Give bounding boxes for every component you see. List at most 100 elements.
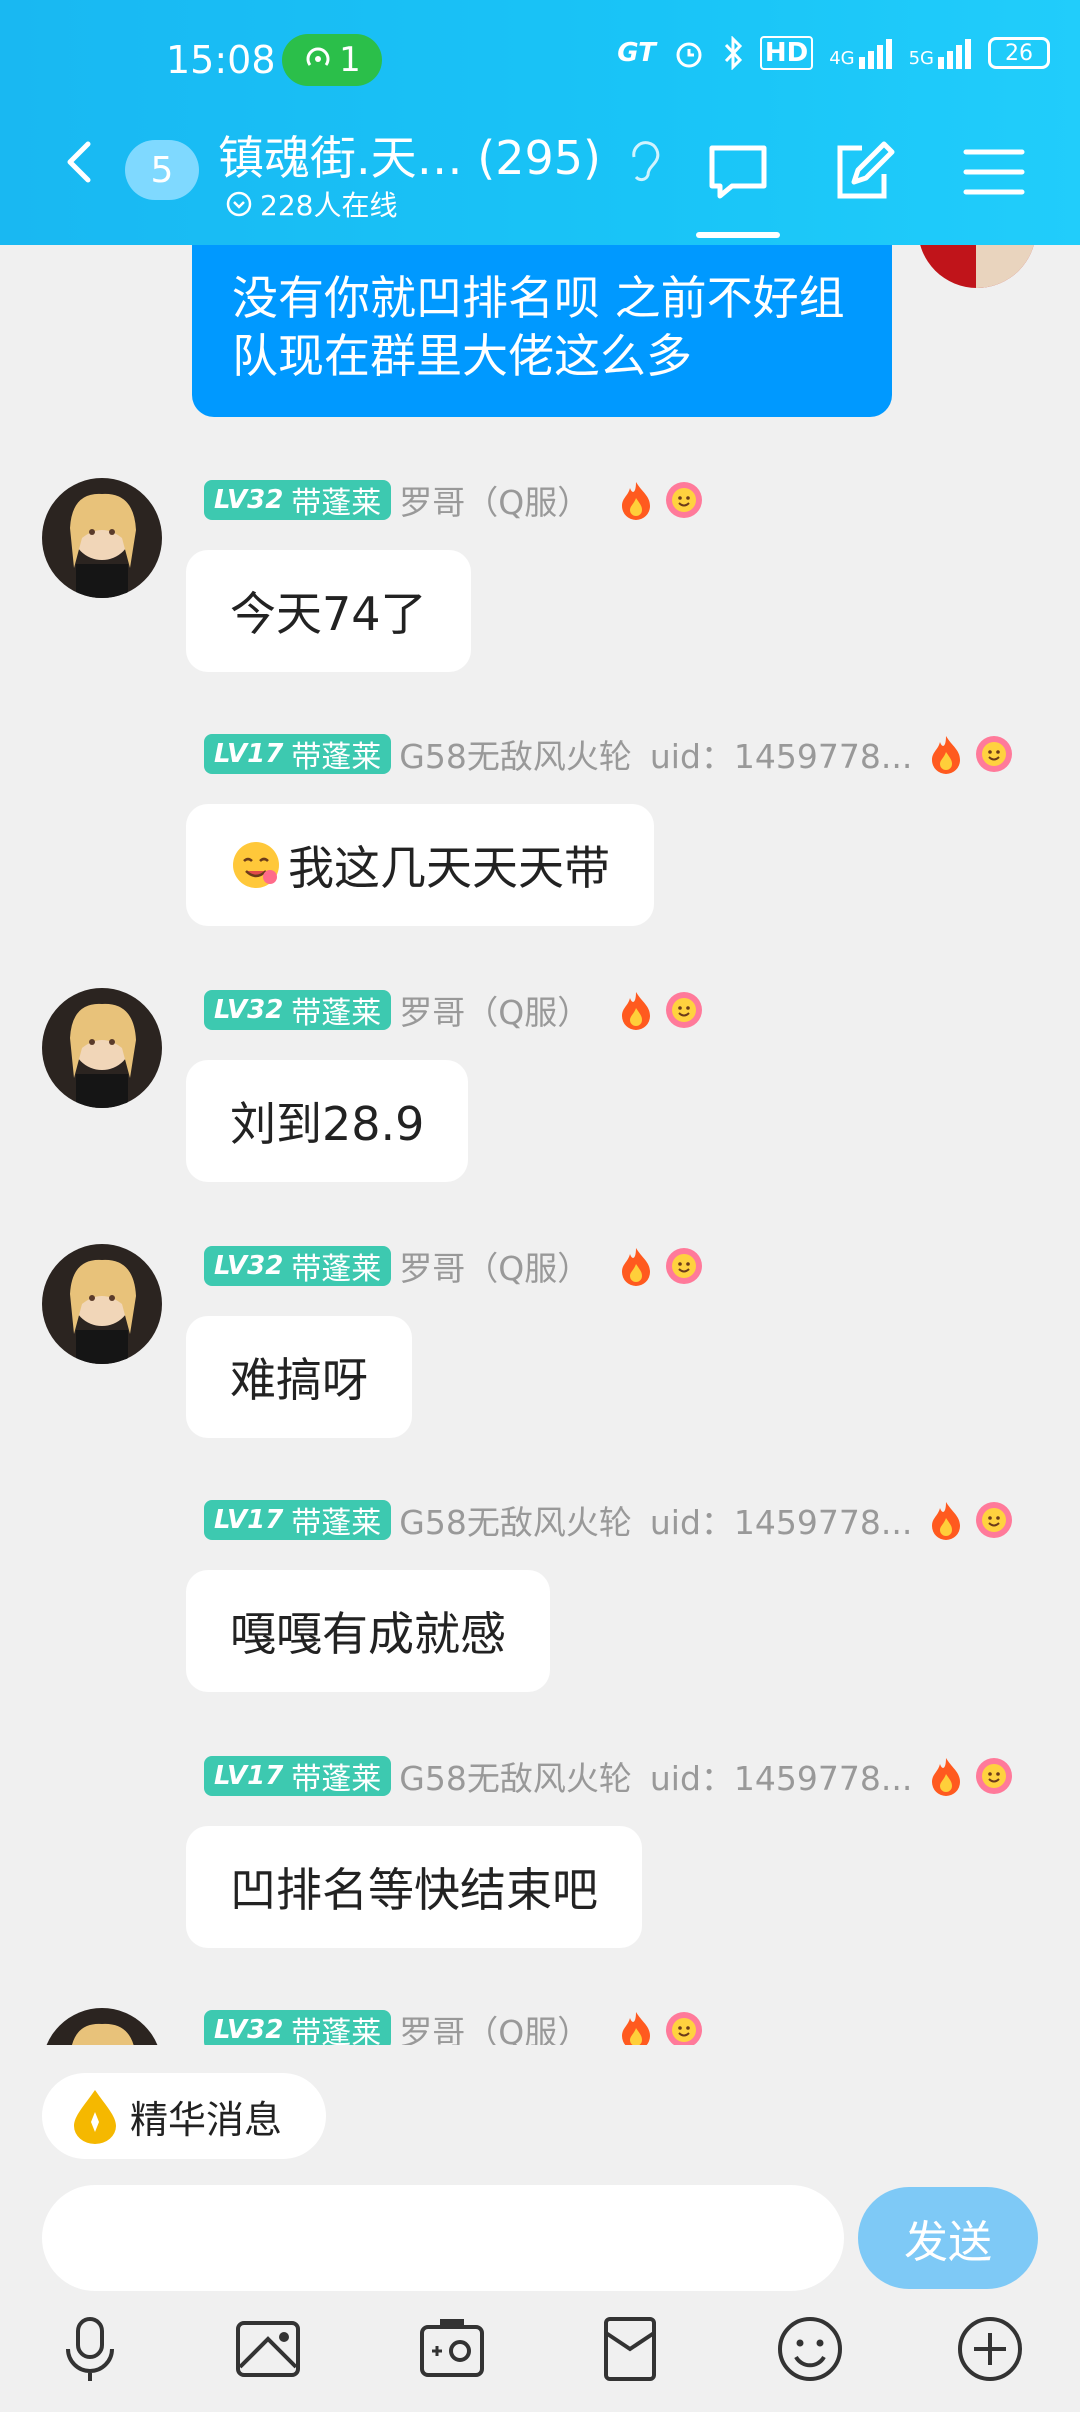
sender-uid: uid：1459778... bbox=[649, 1759, 913, 1798]
smile-emoji-icon bbox=[230, 839, 282, 891]
active-tab-indicator bbox=[696, 232, 780, 238]
camera-icon[interactable] bbox=[412, 2309, 492, 2389]
flower-face-icon bbox=[974, 734, 1014, 774]
emoji-icon[interactable] bbox=[770, 2309, 850, 2389]
mic-icon[interactable] bbox=[50, 2309, 130, 2389]
avatar[interactable] bbox=[42, 1244, 162, 1364]
hotspot-indicator: 1 bbox=[282, 34, 382, 86]
message-bubble[interactable]: 刘到28.9 bbox=[186, 1060, 469, 1182]
level-badge: LV17 带蓬莱 bbox=[204, 734, 392, 775]
sender-meta: LV17 带蓬莱 G58无敌风火轮 uid：1459778... bbox=[204, 732, 1014, 776]
sender-meta: LV32 带蓬莱 罗哥（Q服） bbox=[204, 478, 704, 522]
level-label: LV17 bbox=[214, 739, 284, 769]
level-label: LV17 bbox=[214, 1505, 284, 1535]
essence-messages-button[interactable]: 精华消息 bbox=[42, 2073, 326, 2159]
hd-label: HD bbox=[759, 36, 814, 70]
message-bubble[interactable]: 嘎嘎有成就感 bbox=[186, 1570, 550, 1692]
level-badge: LV32 带蓬莱 bbox=[204, 1246, 392, 1287]
badge-title: 带蓬莱 bbox=[291, 1762, 382, 1797]
hotspot-icon bbox=[306, 47, 330, 66]
hotspot-count: 1 bbox=[339, 40, 361, 80]
level-label: LV32 bbox=[214, 485, 284, 515]
message-text: 刘到28.9 bbox=[230, 1097, 425, 1151]
gt-label: GT bbox=[617, 38, 656, 68]
badge-title: 带蓬莱 bbox=[291, 486, 382, 521]
level-label: LV17 bbox=[214, 1761, 284, 1791]
battery-level: 26 bbox=[1005, 40, 1033, 66]
edit-icon[interactable] bbox=[832, 140, 896, 204]
level-badge: LV17 带蓬莱 bbox=[204, 1756, 392, 1797]
message-text: 今天74了 bbox=[230, 587, 427, 641]
ear-icon bbox=[631, 140, 659, 181]
message-text: 难搞呀 bbox=[230, 1353, 368, 1407]
message-bubble[interactable]: 我这几天天天带 bbox=[186, 804, 654, 926]
fire-icon bbox=[616, 480, 656, 520]
sender-nickname[interactable]: 罗哥（Q服） bbox=[399, 476, 590, 524]
sender-uid: uid：1459778... bbox=[649, 737, 913, 776]
flower-face-icon bbox=[664, 990, 704, 1030]
sender-nickname[interactable]: G58无敌风火轮 bbox=[399, 1496, 632, 1544]
sender-nickname[interactable]: G58无敌风火轮 bbox=[399, 1752, 632, 1800]
chat-icon[interactable] bbox=[706, 140, 770, 204]
diamond-icon bbox=[74, 2090, 116, 2144]
essence-label: 精华消息 bbox=[130, 2097, 283, 2142]
status-icons: GT HD 4G 5G 26 bbox=[617, 36, 1050, 70]
send-button[interactable]: 发送 bbox=[858, 2187, 1038, 2289]
avatar[interactable] bbox=[42, 988, 162, 1108]
unread-badge[interactable]: 5 bbox=[125, 140, 199, 200]
sender-meta: LV32 带蓬莱 罗哥（Q服） bbox=[204, 1244, 704, 1288]
menu-icon[interactable] bbox=[962, 140, 1026, 204]
message-bubble[interactable]: 今天74了 bbox=[186, 550, 471, 672]
message-text: 嘎嘎有成就感 bbox=[230, 1607, 506, 1661]
message-text: 凹排名等快结束吧 bbox=[230, 1863, 598, 1917]
sender-nickname[interactable]: 罗哥（Q服） bbox=[399, 986, 590, 1034]
back-icon[interactable] bbox=[58, 140, 102, 184]
badge-title: 带蓬莱 bbox=[291, 996, 382, 1031]
fire-icon bbox=[616, 990, 656, 1030]
fire-icon bbox=[616, 1246, 656, 1286]
level-label: LV32 bbox=[214, 2015, 284, 2045]
online-check-icon bbox=[226, 191, 252, 217]
avatar[interactable] bbox=[42, 2008, 162, 2045]
badge-title: 带蓬莱 bbox=[291, 740, 382, 775]
flower-face-icon bbox=[974, 1756, 1014, 1796]
signal-icon bbox=[858, 39, 892, 69]
fire-icon bbox=[926, 1756, 966, 1796]
my-message-bubble[interactable]: 没有你就凹排名呗 之前不好组队现在群里大佬这么多 bbox=[192, 245, 892, 417]
fire-icon bbox=[616, 2010, 656, 2045]
sender-meta: LV32 带蓬莱 罗哥（Q服） bbox=[204, 988, 704, 1032]
level-badge: LV17 带蓬莱 bbox=[204, 1500, 392, 1541]
level-badge: LV32 带蓬莱 bbox=[204, 2010, 392, 2045]
net-4g-label: 4G bbox=[829, 48, 855, 69]
flower-face-icon bbox=[664, 1246, 704, 1286]
message-input[interactable] bbox=[42, 2185, 844, 2291]
my-avatar[interactable] bbox=[918, 245, 1036, 288]
sender-meta: LV17 带蓬莱 G58无敌风火轮 uid：1459778... bbox=[204, 1498, 1014, 1542]
wifi-icon bbox=[938, 39, 971, 69]
badge-title: 带蓬莱 bbox=[291, 1506, 382, 1541]
message-text: 我这几天天天带 bbox=[288, 841, 610, 895]
sender-nickname[interactable]: 罗哥（Q服） bbox=[399, 1242, 590, 1290]
flower-face-icon bbox=[664, 2010, 704, 2045]
badge-title: 带蓬莱 bbox=[291, 1252, 382, 1287]
online-count: 228人在线 bbox=[226, 184, 397, 224]
status-time: 15:08 bbox=[166, 38, 276, 82]
flower-face-icon bbox=[664, 480, 704, 520]
plus-icon[interactable] bbox=[950, 2309, 1030, 2389]
message-bubble[interactable]: 难搞呀 bbox=[186, 1316, 412, 1438]
image-icon[interactable] bbox=[228, 2309, 308, 2389]
group-title[interactable]: 镇魂街.天… (295) bbox=[218, 122, 662, 188]
sender-meta: LV17 带蓬莱 G58无敌风火轮 uid：1459778... bbox=[204, 1754, 1014, 1798]
sender-nickname[interactable]: 罗哥（Q服） bbox=[399, 2006, 590, 2045]
message-bubble[interactable]: 凹排名等快结束吧 bbox=[186, 1826, 642, 1948]
level-label: LV32 bbox=[214, 1251, 284, 1281]
avatar[interactable] bbox=[42, 478, 162, 598]
net-5g-label: 5G bbox=[908, 48, 934, 69]
app-header: 15:08 1 GT HD 4G 5G 26 5 镇魂街.天… (295) 22… bbox=[0, 0, 1080, 245]
sender-nickname[interactable]: G58无敌风火轮 bbox=[399, 730, 632, 778]
message-list[interactable]: 没有你就凹排名呗 之前不好组队现在群里大佬这么多 LV32 带蓬莱 罗哥（Q服） 今天… bbox=[0, 245, 1080, 2045]
sender-uid: uid：1459778... bbox=[649, 1503, 913, 1542]
level-badge: LV32 带蓬莱 bbox=[204, 480, 392, 521]
flower-face-icon bbox=[974, 1500, 1014, 1540]
red-packet-icon[interactable] bbox=[590, 2309, 670, 2389]
